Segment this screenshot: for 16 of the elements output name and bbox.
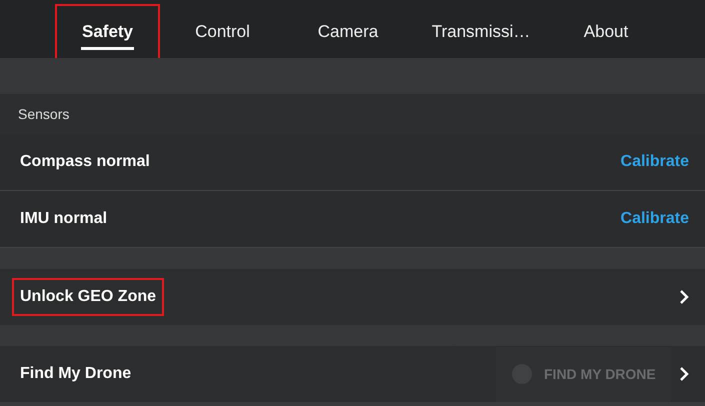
sensor-status: IMU normal bbox=[19, 209, 108, 229]
menu-row[interactable]: Find My Drone FIND MY DRONE bbox=[0, 346, 705, 402]
menu-label: Find My Drone bbox=[19, 364, 132, 384]
sensor-status: Compass normal bbox=[19, 152, 151, 172]
chevron-right-icon bbox=[679, 366, 689, 382]
tab[interactable]: About bbox=[551, 4, 661, 60]
section-title: Sensors bbox=[18, 106, 70, 122]
calibrate-link[interactable]: Calibrate bbox=[620, 153, 689, 171]
menu-row[interactable]: Unlock GEO Zone bbox=[0, 269, 705, 325]
tab[interactable]: Control bbox=[160, 4, 285, 60]
map-button-label: FIND MY DRONE bbox=[544, 366, 656, 382]
calibrate-link[interactable]: Calibrate bbox=[620, 210, 689, 228]
tab[interactable]: Transmissi… bbox=[411, 4, 551, 60]
menu-label: Unlock GEO Zone bbox=[12, 278, 164, 316]
chevron-right-icon bbox=[679, 289, 689, 305]
tab[interactable]: Camera bbox=[285, 4, 411, 60]
